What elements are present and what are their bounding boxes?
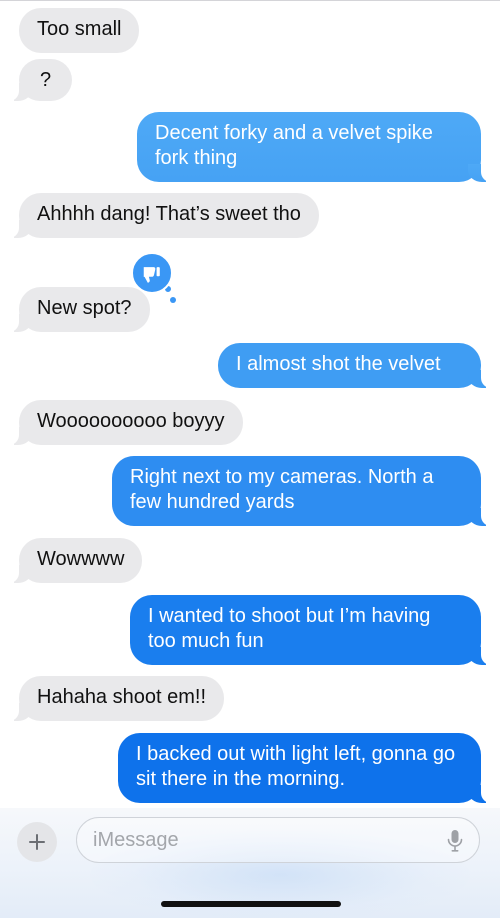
message-text: Wowwww [37,548,125,570]
microphone-icon[interactable] [447,829,463,853]
message-text: I almost shot the velvet [236,353,441,375]
message-bubble-received[interactable]: Wowwww [7,538,143,583]
message-bubble-received[interactable]: ? [7,59,73,101]
message-text: Decent forky and a velvet spike fork thi… [155,122,433,169]
message-bubble-sent[interactable]: I wanted to shoot but I’m having too muc… [130,595,492,665]
top-divider [0,0,500,1]
message-text: I backed out with light left, gonna go s… [136,743,456,790]
messages-screen: Too small ? Decent forky and a velvet sp… [0,0,500,918]
message-bubble-received[interactable]: New spot? [8,287,150,332]
message-text: Too small [37,18,122,40]
message-text: New spot? [37,297,132,319]
message-input[interactable]: iMessage [76,817,480,863]
message-bubble-sent[interactable]: I backed out with light left, gonna go s… [118,733,492,803]
message-text: Ahhhh dang! That’s sweet tho [37,203,301,225]
reaction-badge[interactable] [131,252,173,294]
message-input-placeholder: iMessage [93,829,179,851]
thumbs-down-icon [143,267,160,283]
message-text: Woooooooooo boyyy [37,410,225,432]
plus-icon [29,834,45,850]
message-text: I wanted to shoot but I’m having too muc… [148,605,431,652]
message-text: Right next to my cameras. North a few hu… [130,466,434,513]
reaction-tail-dot [170,297,176,303]
message-bubble-received[interactable]: Too small [19,8,140,53]
message-bubble-received[interactable]: Ahhhh dang! That’s sweet tho [8,193,319,238]
message-bubble-received[interactable]: Woooooooooo boyyy [8,400,243,445]
message-bubble-sent[interactable]: Right next to my cameras. North a few hu… [112,456,492,526]
message-text: Hahaha shoot em!! [37,686,206,708]
message-text: ? [40,69,52,91]
message-bubble-received[interactable]: Hahaha shoot em!! [8,676,224,721]
message-bubble-sent[interactable]: Decent forky and a velvet spike fork thi… [137,112,492,182]
add-attachment-button[interactable] [17,822,57,862]
message-bubble-sent[interactable]: I almost shot the velvet [218,343,492,388]
home-indicator[interactable] [161,901,341,907]
